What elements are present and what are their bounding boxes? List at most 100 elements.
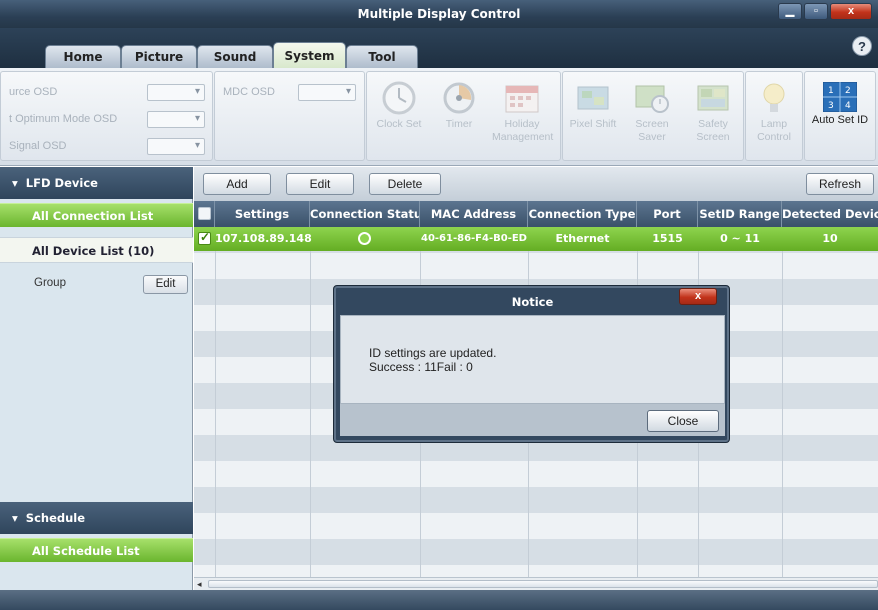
auto-set-id-icon: 1 2 3 4 bbox=[822, 81, 858, 113]
signal-osd-label: Signal OSD bbox=[9, 140, 67, 152]
pixel-shift-icon bbox=[573, 80, 613, 116]
lfd-device-label: LFD Device bbox=[25, 176, 98, 190]
source-osd-select[interactable] bbox=[147, 84, 205, 101]
osd-group: urce OSD t Optimum Mode OSD Signal OSD bbox=[0, 71, 213, 161]
notice-dialog: Notice x ID settings are updated. Succes… bbox=[333, 285, 730, 443]
schedule-label: Schedule bbox=[25, 511, 86, 525]
left-panel: ▾ LFD Device All Connection List All Dev… bbox=[0, 167, 193, 590]
maximize-button[interactable]: ▫ bbox=[804, 3, 828, 20]
id-number-1: 1 bbox=[828, 86, 834, 96]
lfd-device-header[interactable]: ▾ LFD Device bbox=[0, 167, 193, 199]
mdc-osd-group: MDC OSD bbox=[214, 71, 365, 161]
edit-button[interactable]: Edit bbox=[286, 173, 354, 195]
cell-setid-range: 0 ~ 11 bbox=[720, 232, 760, 245]
column-divider bbox=[215, 227, 216, 577]
collapse-arrow-icon: ▾ bbox=[12, 511, 18, 525]
lamp-icon bbox=[754, 80, 794, 116]
tab-system[interactable]: System bbox=[273, 42, 346, 68]
optimum-mode-osd-select[interactable] bbox=[147, 111, 205, 128]
safety-screen-label: Safety Screen bbox=[696, 118, 730, 143]
id-number-2: 2 bbox=[845, 86, 851, 96]
dialog-close-icon[interactable]: x bbox=[679, 288, 717, 305]
source-osd-label: urce OSD bbox=[9, 86, 58, 98]
id-number-3: 3 bbox=[828, 101, 834, 111]
header-connection-status[interactable]: Connection Status bbox=[310, 201, 420, 227]
refresh-button[interactable]: Refresh bbox=[806, 173, 874, 195]
cell-connection-type: Ethernet bbox=[555, 232, 610, 245]
cell-mac-address: 40-61-86-F4-B0-ED bbox=[420, 233, 527, 244]
all-schedule-list-item[interactable]: All Schedule List bbox=[0, 538, 193, 562]
all-connection-list-item[interactable]: All Connection List bbox=[0, 203, 193, 227]
schedule-header[interactable]: ▾ Schedule bbox=[0, 502, 193, 534]
tab-bar: Home Picture Sound System Tool ? bbox=[0, 28, 878, 68]
lamp-control-button[interactable]: Lamp Control bbox=[745, 76, 803, 158]
status-bar bbox=[0, 590, 878, 610]
delete-button[interactable]: Delete bbox=[369, 173, 441, 195]
header-settings[interactable]: Settings bbox=[215, 201, 310, 227]
timer-button[interactable]: Timer bbox=[429, 76, 489, 158]
group-label: Group bbox=[34, 277, 66, 289]
group-edit-button[interactable]: Edit bbox=[143, 275, 188, 294]
dialog-close-button[interactable]: Close bbox=[647, 410, 719, 432]
calendar-icon bbox=[502, 80, 542, 116]
close-button[interactable]: x bbox=[830, 3, 872, 20]
header-detected-devices[interactable]: Detected Devices bbox=[782, 201, 878, 227]
header-port[interactable]: Port bbox=[637, 201, 698, 227]
scroll-left-icon[interactable]: ◂ bbox=[197, 579, 202, 590]
screen-saver-button[interactable]: Screen Saver bbox=[622, 76, 682, 158]
header-connection-type[interactable]: Connection Type bbox=[528, 201, 637, 227]
dialog-message-line1: ID settings are updated. bbox=[369, 346, 497, 360]
row-checkbox[interactable] bbox=[198, 230, 211, 245]
table-header: Settings Connection Status MAC Address C… bbox=[194, 201, 878, 227]
help-icon[interactable]: ? bbox=[852, 36, 872, 56]
auto-set-id-label: Auto Set ID bbox=[811, 114, 869, 126]
tab-picture[interactable]: Picture bbox=[121, 45, 197, 68]
select-all-header[interactable] bbox=[194, 201, 215, 227]
dialog-title: Notice bbox=[511, 295, 554, 309]
mdc-osd-select[interactable] bbox=[298, 84, 356, 101]
column-divider bbox=[782, 227, 783, 577]
dialog-footer: Close bbox=[340, 404, 725, 436]
optimum-mode-osd-label: t Optimum Mode OSD bbox=[9, 113, 118, 125]
scrollbar-thumb[interactable] bbox=[208, 580, 878, 588]
collapse-arrow-icon: ▾ bbox=[12, 176, 18, 190]
pixel-shift-label: Pixel Shift bbox=[569, 118, 617, 130]
tab-sound[interactable]: Sound bbox=[197, 45, 273, 68]
select-all-checkbox[interactable] bbox=[198, 207, 211, 220]
cell-port: 1515 bbox=[652, 232, 683, 245]
screen-saver-icon bbox=[632, 80, 672, 116]
connected-status-icon bbox=[358, 232, 371, 245]
timer-icon bbox=[439, 80, 479, 116]
auto-set-id-button[interactable]: 1 2 3 4 Auto Set ID bbox=[808, 76, 872, 158]
group-row: Group Edit bbox=[0, 272, 193, 296]
device-toolbar: Add Edit Delete Refresh bbox=[194, 167, 878, 201]
screen-saver-label: Screen Saver bbox=[635, 118, 669, 143]
window-controls: ▁ ▫ x bbox=[778, 3, 872, 20]
safety-screen-button[interactable]: Safety Screen bbox=[683, 76, 743, 158]
id-number-4: 4 bbox=[845, 101, 851, 111]
holiday-management-label: Holiday Management bbox=[492, 118, 554, 143]
mdc-osd-label: MDC OSD bbox=[223, 86, 275, 98]
horizontal-scrollbar[interactable]: ◂ bbox=[194, 577, 878, 590]
dialog-body: ID settings are updated. Success : 11Fai… bbox=[340, 315, 725, 404]
window-title: Multiple Display Control bbox=[357, 7, 521, 21]
add-button[interactable]: Add bbox=[203, 173, 271, 195]
header-setid-range[interactable]: SetID Range bbox=[698, 201, 782, 227]
holiday-management-button[interactable]: Holiday Management bbox=[492, 76, 554, 158]
clock-set-button[interactable]: Clock Set bbox=[369, 76, 429, 158]
column-divider bbox=[310, 227, 311, 577]
cell-connection-status bbox=[310, 227, 420, 251]
signal-osd-select[interactable] bbox=[147, 138, 205, 155]
window-titlebar: Multiple Display Control ▁ ▫ x bbox=[0, 0, 878, 28]
clock-set-label: Clock Set bbox=[376, 118, 422, 130]
lamp-control-label: Lamp Control bbox=[757, 118, 791, 143]
header-mac-address[interactable]: MAC Address bbox=[420, 201, 528, 227]
tab-home[interactable]: Home bbox=[45, 45, 121, 68]
minimize-button[interactable]: ▁ bbox=[778, 3, 802, 20]
safety-screen-icon bbox=[693, 80, 733, 116]
tab-tool[interactable]: Tool bbox=[346, 45, 418, 68]
table-row[interactable]: 107.108.89.148 40-61-86-F4-B0-ED Etherne… bbox=[194, 227, 878, 251]
pixel-shift-button[interactable]: Pixel Shift bbox=[563, 76, 623, 158]
all-device-list-item[interactable]: All Device List (10) bbox=[0, 237, 193, 263]
ribbon-toolbar: urce OSD t Optimum Mode OSD Signal OSD M… bbox=[0, 68, 878, 166]
